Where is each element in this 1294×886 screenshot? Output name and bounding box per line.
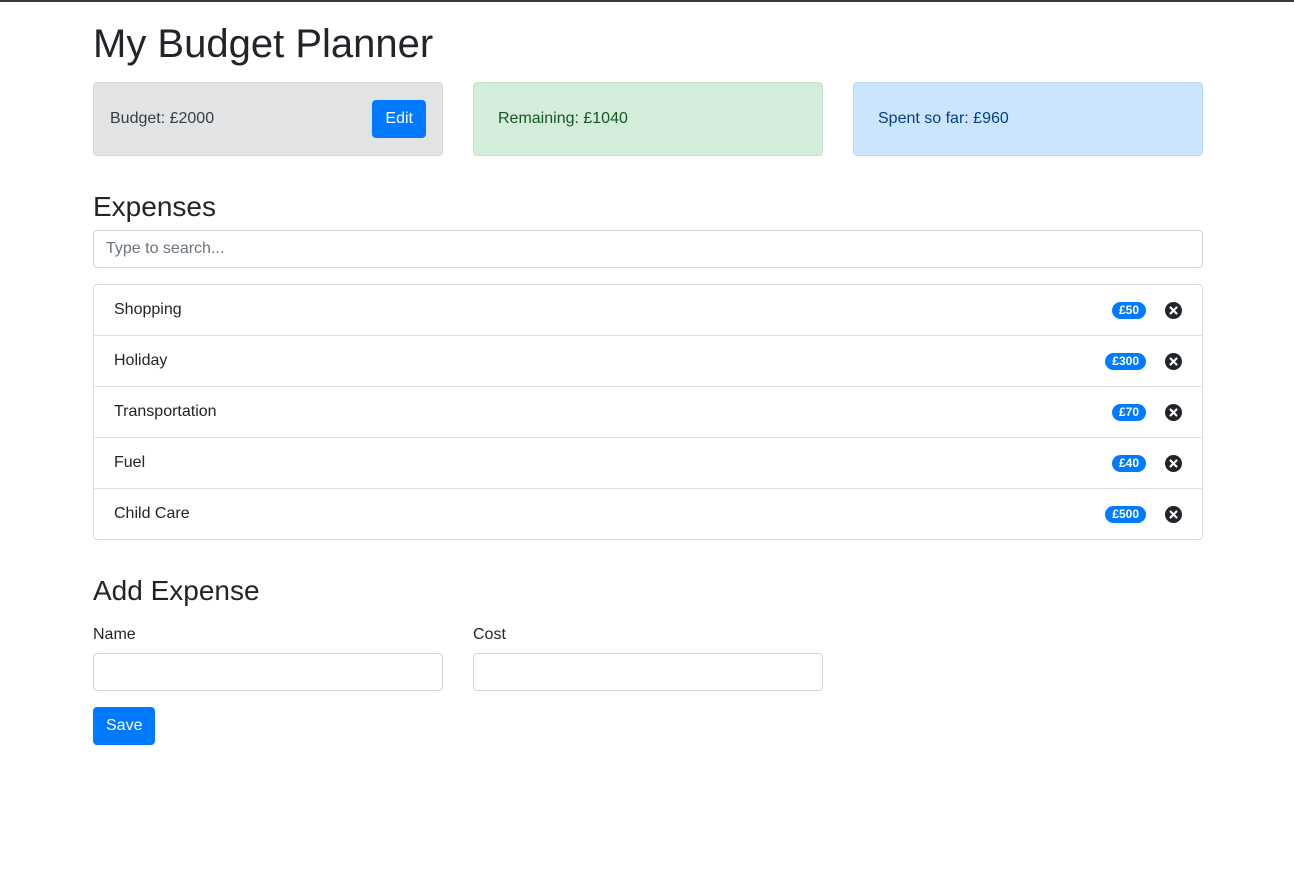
expense-list: Shopping £50 Holiday £300 Transportation… <box>93 284 1203 540</box>
expense-item: Holiday £300 <box>94 335 1202 386</box>
spent-card: Spent so far: £960 <box>853 82 1203 156</box>
times-circle-icon[interactable] <box>1165 352 1182 370</box>
expenses-heading: Expenses <box>93 191 216 222</box>
expense-cost-badge: £300 <box>1105 352 1146 370</box>
budget-card: Budget: £2000 Edit <box>93 82 443 156</box>
times-circle-icon[interactable] <box>1165 301 1182 319</box>
expense-name: Child Care <box>114 505 190 522</box>
expense-item: Shopping £50 <box>94 285 1202 335</box>
expense-cost-badge: £50 <box>1111 301 1146 319</box>
expense-name: Fuel <box>114 454 146 471</box>
expense-cost-badge: £70 <box>1111 403 1146 421</box>
expense-item: Transportation £70 <box>94 386 1202 437</box>
expense-name: Transportation <box>114 403 217 420</box>
expense-item: Child Care £500 <box>94 488 1202 539</box>
expense-cost-badge: £40 <box>1111 454 1146 472</box>
remaining-label: Remaining: £1040 <box>498 110 628 127</box>
summary-cards: Budget: £2000 Edit Remaining: £1040 Spen… <box>93 82 1203 156</box>
edit-budget-button[interactable]: Edit <box>372 100 426 138</box>
name-field[interactable] <box>93 653 443 691</box>
cost-label: Cost <box>473 626 506 643</box>
spent-label: Spent so far: £960 <box>878 110 1009 127</box>
budget-label: Budget: £2000 <box>110 110 215 127</box>
expense-name: Shopping <box>114 301 182 318</box>
save-button[interactable]: Save <box>93 707 156 745</box>
times-circle-icon[interactable] <box>1165 505 1182 523</box>
page-title: My Budget Planner <box>93 22 434 66</box>
name-label: Name <box>93 626 136 643</box>
search-input[interactable] <box>93 230 1203 268</box>
cost-field[interactable] <box>473 653 823 691</box>
expense-cost-badge: £500 <box>1105 505 1146 523</box>
add-expense-heading: Add Expense <box>93 575 260 606</box>
expense-item: Fuel £40 <box>94 437 1202 488</box>
remaining-card: Remaining: £1040 <box>473 82 823 156</box>
times-circle-icon[interactable] <box>1165 403 1182 421</box>
times-circle-icon[interactable] <box>1165 454 1182 472</box>
expense-name: Holiday <box>114 352 168 369</box>
